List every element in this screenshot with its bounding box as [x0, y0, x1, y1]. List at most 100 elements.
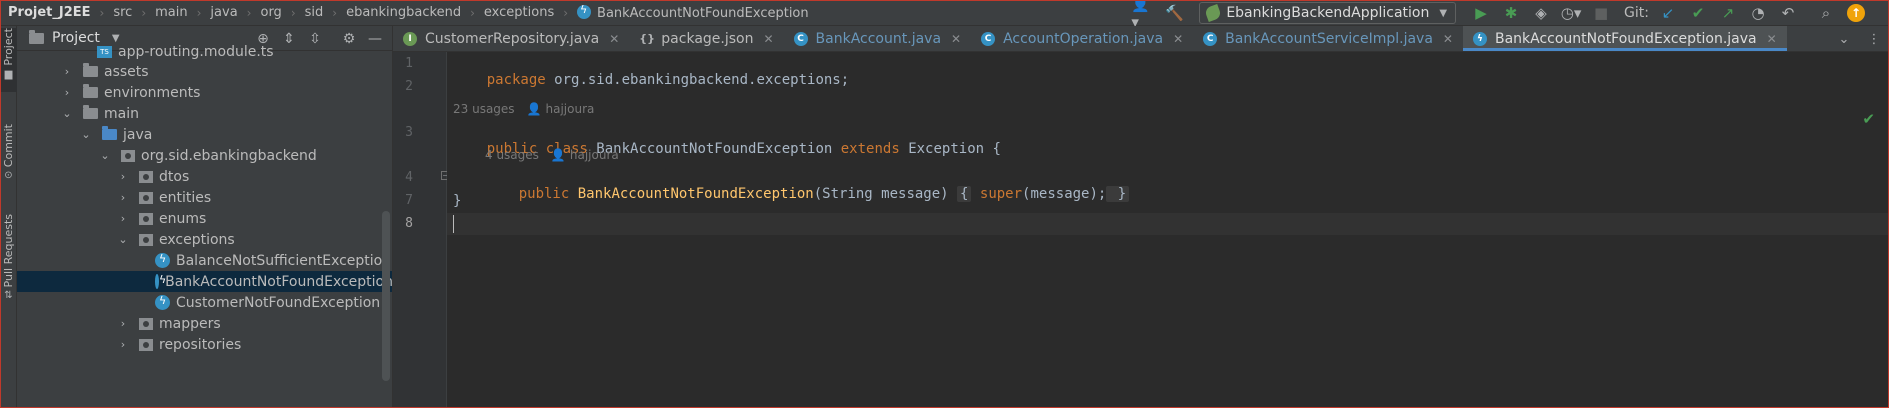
breadcrumb-project[interactable]: Projet_J2EE — [6, 5, 93, 20]
user-icon[interactable]: 👤▾ — [1131, 0, 1157, 31]
tree-item-label: java — [123, 126, 153, 143]
run-icon[interactable]: ▶ — [1468, 2, 1494, 24]
tree-item-label: dtos — [159, 168, 190, 185]
parameters: (String message) — [813, 186, 958, 202]
class-icon: C — [1203, 31, 1218, 46]
stripe-project[interactable]: Project ▆ — [0, 28, 17, 92]
toolbar: 👤▾ 🔨 EbankingBackendApplication ▼ ▶ ✱ ◈ … — [1129, 0, 1889, 31]
breadcrumb-org[interactable]: org — [258, 5, 283, 20]
coverage-icon[interactable]: ◈ — [1528, 2, 1554, 24]
typescript-file-icon: TS — [97, 45, 112, 58]
update-badge-icon[interactable]: ↑ — [1843, 2, 1869, 24]
chevron-down-icon[interactable]: ⌄ — [1831, 28, 1857, 50]
code-editor[interactable]: package org.sid.ebankingbackend.exceptio… — [447, 52, 1889, 408]
chevron-right-icon[interactable]: › — [61, 86, 73, 99]
chevron-down-icon[interactable]: ⌄ — [80, 128, 92, 141]
breadcrumb-separator-icon: › — [99, 5, 105, 20]
tree-item[interactable]: › mappers — [17, 313, 392, 334]
tab-label: AccountOperation.java — [1003, 30, 1164, 47]
folded-brace-open[interactable]: { — [957, 186, 972, 202]
tree-item[interactable]: › entities — [17, 187, 392, 208]
project-tree-scrollbar[interactable] — [382, 211, 390, 381]
chevron-right-icon[interactable]: › — [117, 170, 129, 183]
close-icon[interactable]: ✕ — [609, 32, 619, 46]
tree-item[interactable]: ⌄ org.sid.ebankingbackend — [17, 145, 392, 166]
keyword: package — [486, 72, 546, 88]
tree-item-label: enums — [159, 210, 207, 227]
stripe-commit[interactable]: Commit ⊙ — [0, 124, 17, 188]
close-icon[interactable]: ✕ — [763, 32, 773, 46]
hammer-icon[interactable]: 🔨 — [1161, 2, 1187, 24]
folder-icon: ▆ — [4, 68, 13, 80]
tab-bank-account-not-found-exception[interactable]: ϟ BankAccountNotFoundException.java ✕ — [1462, 26, 1787, 51]
package-icon — [139, 233, 153, 246]
git-update-icon[interactable]: ↙ — [1655, 2, 1681, 24]
line-number: 2 — [405, 79, 413, 94]
git-commit-icon[interactable]: ✔ — [1685, 2, 1711, 24]
search-icon[interactable]: ⌕ — [1813, 2, 1839, 24]
stripe-pull-requests[interactable]: Pull Requests ⇅ — [0, 214, 17, 314]
chevron-right-icon[interactable]: › — [61, 65, 73, 78]
chevron-down-icon[interactable]: ⌄ — [117, 233, 129, 246]
history-icon[interactable]: ◔ — [1745, 2, 1771, 24]
breadcrumb-sid[interactable]: sid — [303, 5, 326, 20]
debug-icon[interactable]: ✱ — [1498, 2, 1524, 24]
usages-hint[interactable]: 4 usages 👤 hajjoura — [485, 148, 619, 162]
package-icon — [139, 212, 153, 225]
tree-item[interactable]: › dtos — [17, 166, 392, 187]
git-push-icon[interactable]: ↗ — [1715, 2, 1741, 24]
code-line-1: package org.sid.ebankingbackend.exceptio… — [453, 56, 849, 104]
breadcrumb-separator-icon: › — [141, 5, 147, 20]
rollback-icon[interactable]: ↶ — [1775, 2, 1801, 24]
person-icon: 👤 — [526, 102, 542, 116]
tree-item[interactable]: › repositories — [17, 334, 392, 355]
tab-customer-repository[interactable]: I CustomerRepository.java ✕ — [393, 26, 629, 51]
tree-item[interactable]: ⌄ main — [17, 103, 392, 124]
breadcrumb-separator-icon: › — [290, 5, 296, 20]
more-vertical-icon[interactable]: ⋮ — [1861, 28, 1887, 50]
run-configuration-label: EbankingBackendApplication — [1226, 5, 1430, 21]
tree-item[interactable]: › enums — [17, 208, 392, 229]
tab-bank-account[interactable]: C BankAccount.java ✕ — [784, 26, 972, 51]
close-icon[interactable]: ✕ — [1767, 32, 1777, 46]
tree-item-label: entities — [159, 189, 212, 206]
line-number-current: 8 — [405, 216, 413, 231]
chevron-right-icon[interactable]: › — [117, 212, 129, 225]
settings-icon[interactable] — [1873, 2, 1887, 24]
chevron-down-icon[interactable]: ⌄ — [61, 107, 73, 120]
tab-account-operation[interactable]: C AccountOperation.java ✕ — [971, 26, 1193, 51]
tree-item[interactable]: TS app-routing.module.ts — [17, 41, 392, 62]
chevron-right-icon[interactable]: › — [117, 317, 129, 330]
breadcrumb-src[interactable]: src — [111, 5, 134, 20]
tree-item-label: main — [104, 105, 139, 122]
inspection-ok-icon[interactable]: ✔ — [1862, 110, 1875, 128]
breadcrumb-main[interactable]: main — [153, 5, 189, 20]
folded-brace-close[interactable]: } — [1106, 186, 1130, 202]
folder-icon — [83, 105, 98, 119]
tree-item[interactable]: › environments — [17, 82, 392, 103]
chevron-down-icon[interactable]: ⌄ — [99, 149, 111, 162]
tree-item[interactable]: CustomerNotFoundException — [17, 292, 392, 313]
breadcrumb-separator-icon: › — [246, 5, 252, 20]
stop-icon[interactable]: ■ — [1588, 2, 1614, 24]
tree-item[interactable]: BalanceNotSufficientException — [17, 250, 392, 271]
chevron-right-icon[interactable]: › — [117, 191, 129, 204]
profile-icon[interactable]: ◷▾ — [1558, 2, 1584, 24]
tab-package-json[interactable]: {} package.json ✕ — [629, 26, 783, 51]
breadcrumb-exceptions[interactable]: exceptions — [482, 5, 556, 20]
json-icon: {} — [639, 31, 655, 45]
tree-item[interactable]: ⌄ exceptions — [17, 229, 392, 250]
usages-hint[interactable]: 23 usages 👤 hajjoura — [453, 102, 594, 116]
tree-item[interactable]: › assets — [17, 61, 392, 82]
tree-item[interactable]: ⌄ java — [17, 124, 392, 145]
chevron-right-icon[interactable]: › — [117, 338, 129, 351]
tree-item-selected[interactable]: BankAccountNotFoundException — [17, 271, 392, 292]
close-icon[interactable]: ✕ — [1443, 32, 1453, 46]
breadcrumb-java[interactable]: java — [208, 5, 239, 20]
run-configuration-selector[interactable]: EbankingBackendApplication ▼ — [1199, 2, 1457, 24]
close-icon[interactable]: ✕ — [1173, 32, 1183, 46]
close-icon[interactable]: ✕ — [951, 32, 961, 46]
tab-bank-account-service-impl[interactable]: C BankAccountServiceImpl.java ✕ — [1193, 26, 1463, 51]
breadcrumb-ebankingbackend[interactable]: ebankingbackend — [344, 5, 463, 20]
breadcrumb-current-file[interactable]: BankAccountNotFoundException — [575, 3, 811, 21]
